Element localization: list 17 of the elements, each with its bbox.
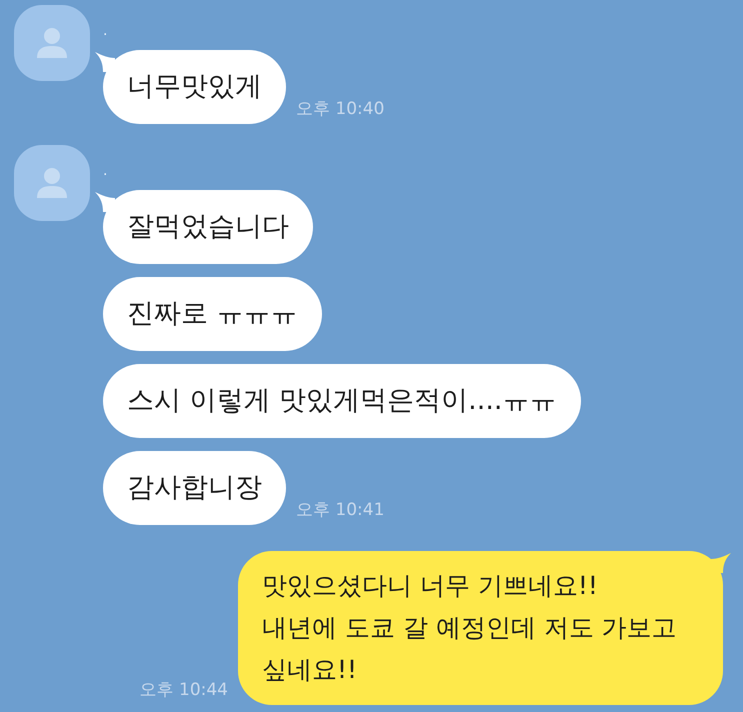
- person-icon: [35, 26, 69, 60]
- message-text: 내년에 도쿄 갈 예정인데 저도 가보고: [262, 612, 678, 644]
- sender-name: .: [103, 22, 108, 41]
- message-time: 오후 10:44: [140, 678, 228, 702]
- message-text: 맛있으셨다니 너무 기쁘네요!!: [262, 570, 599, 602]
- message-text: 감사합니장: [127, 470, 262, 505]
- avatar[interactable]: [14, 145, 90, 221]
- avatar[interactable]: [14, 5, 90, 81]
- message-text: 너무맛있게: [127, 70, 262, 104]
- message-time: 오후 10:40: [296, 98, 384, 120]
- sender-name: .: [103, 162, 108, 181]
- person-icon: [35, 166, 69, 200]
- message-time: 오후 10:41: [296, 498, 384, 522]
- message-text: 진짜로 ㅠㅠㅠ: [127, 296, 298, 331]
- message-text: 스시 이렇게 맛있게먹은적이....ㅠㅠ: [127, 384, 556, 418]
- message-text: 잘먹었습니다: [127, 210, 289, 244]
- message-text: 싶네요!!: [262, 654, 358, 686]
